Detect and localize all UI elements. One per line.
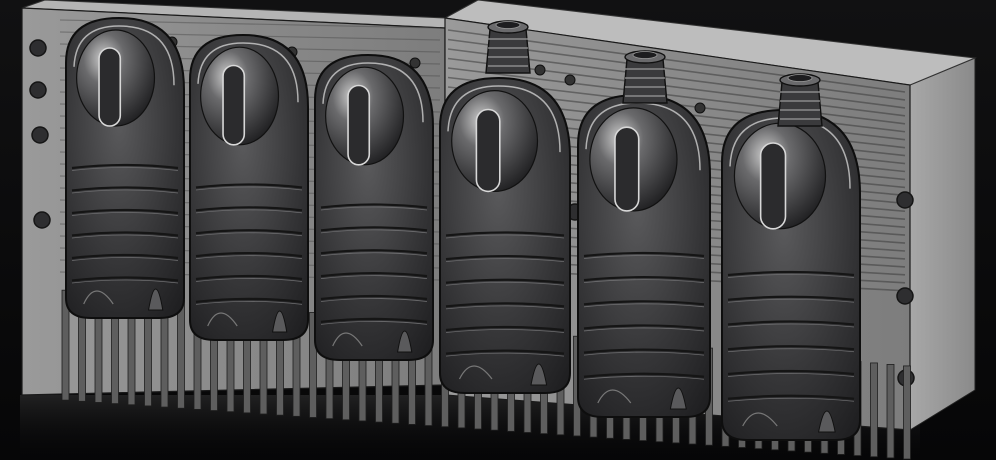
bottle-neck [485, 20, 531, 74]
vent-hole [564, 74, 576, 86]
bolt-hole [33, 211, 51, 229]
neck-opening [632, 51, 658, 59]
bottle-cavity [439, 76, 571, 394]
vent-hole [534, 64, 546, 76]
handle-recess [98, 47, 122, 127]
handle-recess [347, 84, 371, 166]
comb-tooth [870, 362, 878, 458]
handle-recess [475, 108, 501, 193]
neck-opening [787, 74, 813, 82]
blow-mold-illustration [0, 0, 996, 460]
bolt-hole [896, 191, 914, 209]
handle-recess [614, 126, 640, 212]
comb-tooth [177, 300, 185, 409]
vent-hole [409, 57, 421, 69]
bottle-cavity [65, 16, 185, 319]
handle-recess [759, 142, 787, 230]
bolt-hole [896, 287, 914, 305]
bolt-hole [29, 39, 47, 57]
mold-render-scene [0, 0, 996, 460]
bottle-neck [622, 50, 668, 104]
bolt-hole [31, 126, 49, 144]
bottle-cavity [721, 108, 861, 441]
bottle-cavity [577, 93, 711, 418]
bottle-cavity [189, 33, 309, 341]
neck-opening [495, 21, 521, 29]
comb-tooth [886, 364, 895, 459]
bottle-cavity [314, 53, 434, 361]
vent-hole [694, 102, 706, 114]
bottle-neck [777, 73, 823, 127]
comb-tooth [903, 365, 911, 460]
bolt-hole [29, 81, 47, 99]
handle-recess [222, 64, 246, 146]
right-block-side-face [909, 57, 976, 431]
